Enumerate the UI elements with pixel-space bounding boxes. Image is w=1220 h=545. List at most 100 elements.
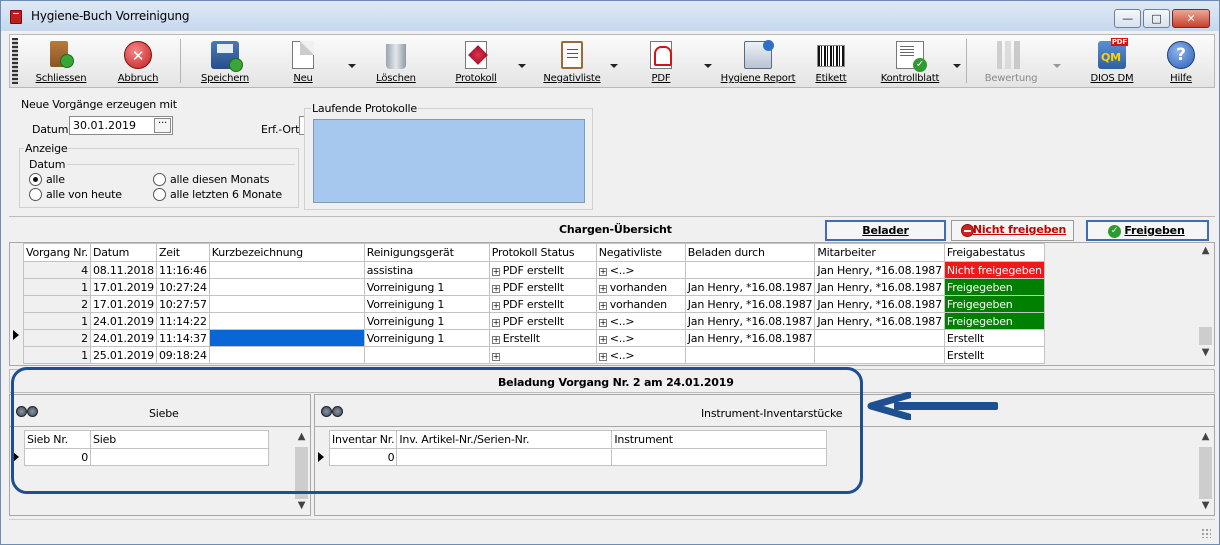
table-cell[interactable]: 17.01.2019 [89,295,157,313]
table-cell[interactable] [208,295,365,313]
table-cell[interactable]: 24.01.2019 [89,312,157,330]
table-cell[interactable]: 2 [23,295,91,313]
expand-icon[interactable]: + [491,284,500,293]
running-protocols-list[interactable] [313,119,585,203]
table-cell[interactable] [684,346,816,364]
checklist-button[interactable]: Kontrollblatt [872,37,948,87]
toolbar-grip[interactable] [12,38,18,84]
expand-icon[interactable]: + [598,335,607,344]
new-button[interactable]: Neu [268,37,338,87]
close-app-button[interactable]: Schliessen [26,37,96,87]
table-cell[interactable]: 25.01.2019 [89,346,157,364]
table-cell[interactable]: Jan Henry, *16.08.1987 [684,295,816,313]
scroll-thumb[interactable] [1199,447,1212,499]
table-cell[interactable]: Nicht freigegeben [943,261,1045,279]
table-cell[interactable]: 11:14:22 [155,312,210,330]
new-dropdown-arrow[interactable] [348,64,356,68]
column-header[interactable]: Vorgang Nr. [23,243,91,262]
scroll-up-icon[interactable]: ▲ [1197,245,1214,260]
column-header[interactable]: Datum [89,243,157,262]
reject-button[interactable]: Nicht freigeben [951,220,1074,241]
save-button[interactable]: Speichern [190,37,260,87]
maximize-button[interactable]: □ [1143,9,1170,28]
scroll-up-icon[interactable]: ▲ [1197,431,1214,446]
protocol-button[interactable]: Protokoll [440,37,512,87]
pdf-button[interactable]: PDF [626,37,696,87]
table-cell[interactable] [363,346,490,364]
label-button[interactable]: Etikett [800,37,862,87]
dios-dm-button[interactable]: DIOS DM [1072,37,1152,87]
scroll-down-icon[interactable]: ▼ [293,500,310,515]
protocol-dropdown-arrow[interactable] [518,64,526,68]
resize-grip-icon[interactable] [1201,528,1211,538]
expand-icon[interactable]: + [598,267,607,276]
table-cell[interactable]: + [488,346,597,364]
table-cell[interactable]: Vorreinigung 1 [363,312,490,330]
table-cell[interactable]: Freigegeben [943,312,1045,330]
table-cell[interactable]: Erstellt [943,346,1045,364]
table-cell[interactable]: + <..> [595,312,686,330]
table-cell[interactable]: 4 [23,261,91,279]
table-cell[interactable] [208,312,365,330]
table-cell[interactable]: 1 [23,278,91,296]
cancel-button[interactable]: Abbruch [103,37,173,87]
table-cell[interactable]: Jan Henry, *16.08.1987 [814,261,945,279]
table-cell[interactable]: 10:27:57 [155,295,210,313]
table-cell[interactable]: 17.01.2019 [89,278,157,296]
table-cell[interactable]: + Erstellt [488,329,597,347]
table-cell[interactable]: + vorhanden [595,295,686,313]
column-header[interactable]: Beladen durch [684,243,816,262]
table-row[interactable]: 1 17.01.2019 10:27:24 Vorreinigung 1 + PDF er… [23,278,1045,296]
expand-icon[interactable]: + [491,301,500,310]
radio-today-label[interactable]: alle von heute [46,188,122,201]
chargen-scrollbar[interactable]: ▲ ▼ [1197,243,1214,365]
table-cell[interactable]: + PDF erstellt [488,312,597,330]
date-picker-button[interactable]: ··· [154,118,171,133]
table-cell[interactable] [208,261,365,279]
column-header[interactable]: Negativliste [595,243,686,262]
table-row[interactable]: 2 17.01.2019 10:27:57 Vorreinigung 1 + PDF er… [23,295,1045,313]
hygiene-report-button[interactable]: Hygiene Report [716,37,800,87]
table-cell[interactable]: Vorreinigung 1 [363,295,490,313]
scroll-down-icon[interactable]: ▼ [1197,500,1214,515]
table-cell[interactable]: + <..> [595,261,686,279]
expand-icon[interactable]: + [491,267,500,276]
expand-icon[interactable]: + [598,301,607,310]
scroll-thumb[interactable] [1199,327,1212,345]
column-header[interactable]: Kurzbezeichnung [208,243,365,262]
table-cell[interactable]: + PDF erstellt [488,261,597,279]
expand-icon[interactable]: + [491,352,500,361]
chargen-grid[interactable]: Vorgang Nr. Datum Zeit Kurzbezeichnung Reini… [9,242,1215,366]
belader-button[interactable]: Belader [825,220,946,241]
radio-alle-label[interactable]: alle [46,173,65,186]
column-header[interactable]: Mitarbeiter [814,243,945,262]
table-cell[interactable]: Vorreinigung 1 [363,278,490,296]
table-cell[interactable] [208,278,365,296]
radio-month-label[interactable]: alle diesen Monats [170,173,269,186]
table-cell[interactable] [208,346,365,364]
close-button[interactable]: ✕ [1172,9,1210,28]
table-cell[interactable]: Jan Henry, *16.08.1987 [684,312,816,330]
table-cell[interactable]: Jan Henry, *16.08.1987 [814,295,945,313]
column-header[interactable]: Freigabestatus [943,243,1045,262]
table-cell[interactable]: + PDF erstellt [488,278,597,296]
table-row[interactable]: 2 24.01.2019 11:14:37 Vorreinigung 1 + Erstel… [23,329,1045,347]
column-header[interactable]: Protokoll Status [488,243,597,262]
table-cell[interactable] [814,329,945,347]
table-cell[interactable] [208,329,365,347]
expand-icon[interactable]: + [598,352,607,361]
approve-button[interactable]: ✓ Freigeben [1086,220,1209,241]
table-cell[interactable]: 1 [23,312,91,330]
table-cell[interactable]: + <..> [595,346,686,364]
table-cell[interactable]: 10:27:24 [155,278,210,296]
table-cell[interactable]: + vorhanden [595,278,686,296]
expand-icon[interactable]: + [491,318,500,327]
negativliste-button[interactable]: Negativliste [532,37,612,87]
inventar-scrollbar[interactable]: ▲ ▼ [1197,431,1214,515]
table-cell[interactable]: Freigegeben [943,278,1045,296]
radio-six-months[interactable] [153,188,166,201]
title-bar[interactable]: Hygiene-Buch Vorreinigung — □ ✕ [1,1,1219,31]
table-cell[interactable]: Jan Henry, *16.08.1987 [684,278,816,296]
delete-button[interactable]: Löschen [360,37,432,87]
table-row[interactable]: 4 08.11.2018 11:16:46 assistina + PDF erstell… [23,261,1045,279]
